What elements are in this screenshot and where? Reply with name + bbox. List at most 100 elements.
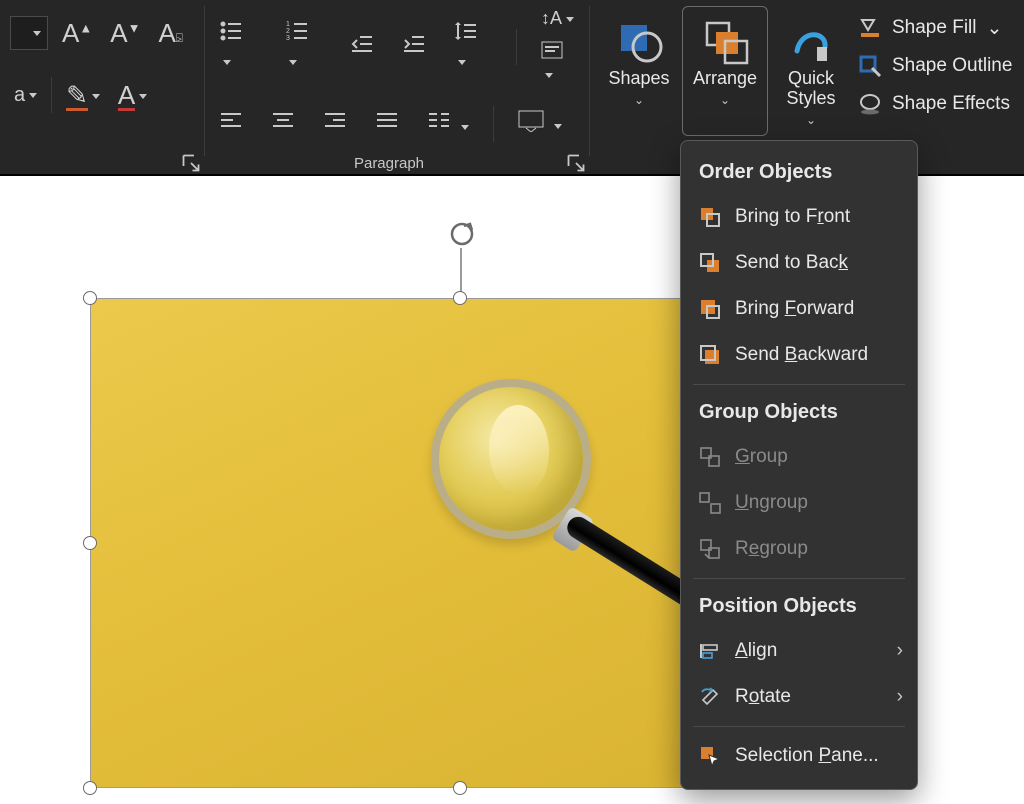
resize-handle-bottom-middle[interactable] xyxy=(453,781,467,795)
ungroup-item: Ungroup xyxy=(681,480,917,526)
chevron-down-icon: ⌄ xyxy=(634,93,644,107)
increase-font-icon[interactable]: A▲ xyxy=(58,12,96,55)
increase-indent-icon[interactable] xyxy=(398,26,430,68)
convert-smartart-icon[interactable] xyxy=(514,104,566,144)
send-to-back-icon xyxy=(699,252,721,274)
svg-text:1: 1 xyxy=(286,21,290,28)
shape-outline-button[interactable]: Shape Outline ⌄ xyxy=(858,54,1024,78)
decrease-font-icon[interactable]: A▼ xyxy=(106,12,144,55)
chevron-down-icon: ⌄ xyxy=(1020,93,1024,116)
shape-fill-button[interactable]: Shape Fill ⌄ xyxy=(858,16,1024,40)
align-icon xyxy=(699,640,721,662)
highlight-color-icon[interactable]: ✎ xyxy=(62,74,104,117)
character-spacing-icon[interactable]: a xyxy=(10,78,41,113)
shapes-label: Shapes xyxy=(608,69,669,89)
selection-pane-icon xyxy=(699,745,721,767)
shape-effects-icon xyxy=(858,92,882,116)
send-backward-label: Send Backward xyxy=(735,344,868,366)
magnifying-glass-illustration xyxy=(431,379,591,539)
group-item: Group xyxy=(681,434,917,480)
bring-to-front-icon xyxy=(699,206,721,228)
send-to-back-item[interactable]: Send to Back xyxy=(681,240,917,286)
send-backward-icon xyxy=(699,344,721,366)
group-icon xyxy=(699,446,721,468)
resize-handle-top-left[interactable] xyxy=(83,291,97,305)
bullets-icon[interactable] xyxy=(215,13,261,81)
divider xyxy=(693,384,905,385)
bring-forward-item[interactable]: Bring Forward xyxy=(681,286,917,332)
chevron-right-icon: › xyxy=(897,640,903,662)
shapes-button[interactable]: Shapes ⌄ xyxy=(596,6,682,136)
align-right-icon[interactable] xyxy=(319,103,351,145)
ungroup-icon xyxy=(699,492,721,514)
font-color-icon[interactable]: A xyxy=(114,74,151,117)
font-group: A▲ A▼ A⍄ a ✎ A xyxy=(0,0,204,176)
ungroup-label: Ungroup xyxy=(735,492,808,514)
quick-styles-label: Quick Styles xyxy=(786,69,835,109)
rotate-item[interactable]: Rotate › xyxy=(681,674,917,720)
resize-handle-middle-left[interactable] xyxy=(83,536,97,550)
chevron-down-icon: ⌄ xyxy=(806,113,816,127)
divider xyxy=(516,29,517,65)
align-center-icon[interactable] xyxy=(267,103,299,145)
align-text-vertical-icon[interactable] xyxy=(537,39,579,87)
arrange-icon xyxy=(701,17,749,65)
quick-styles-button[interactable]: Quick Styles ⌄ xyxy=(768,6,854,136)
svg-text:2: 2 xyxy=(286,28,290,35)
font-size-combo[interactable] xyxy=(10,16,48,50)
bring-forward-icon xyxy=(699,298,721,320)
divider xyxy=(51,77,52,113)
divider xyxy=(693,578,905,579)
shape-outline-label: Shape Outline xyxy=(892,55,1012,77)
clear-formatting-icon[interactable]: A⍄ xyxy=(154,12,187,55)
shape-effects-label: Shape Effects xyxy=(892,93,1010,115)
line-spacing-icon[interactable] xyxy=(450,13,496,81)
svg-text:3: 3 xyxy=(286,35,290,42)
chevron-right-icon: › xyxy=(897,686,903,708)
shapes-icon xyxy=(615,17,663,65)
justify-icon[interactable] xyxy=(371,103,403,145)
shape-effects-button[interactable]: Shape Effects ⌄ xyxy=(858,92,1024,116)
shape-options: Shape Fill ⌄ Shape Outline ⌄ Shape Effec… xyxy=(854,6,1024,152)
shape-outline-icon xyxy=(858,54,882,78)
bring-to-front-item[interactable]: Bring to Front xyxy=(681,194,917,240)
paragraph-dialog-launcher-icon[interactable] xyxy=(567,154,585,172)
order-objects-title: Order Objects xyxy=(681,151,917,194)
align-item[interactable]: Align › xyxy=(681,628,917,674)
paragraph-group-label: Paragraph xyxy=(205,155,573,172)
columns-icon[interactable] xyxy=(423,103,473,145)
regroup-icon xyxy=(699,538,721,560)
position-objects-title: Position Objects xyxy=(681,585,917,628)
rotate-handle-icon[interactable] xyxy=(448,220,476,248)
selection-pane-label: Selection Pane... xyxy=(735,745,879,767)
divider xyxy=(493,106,494,142)
bring-forward-label: Bring Forward xyxy=(735,298,854,320)
shape-fill-label: Shape Fill xyxy=(892,17,977,39)
decrease-indent-icon[interactable] xyxy=(346,26,378,68)
shape-fill-icon xyxy=(858,16,882,40)
divider xyxy=(693,726,905,727)
group-label: Group xyxy=(735,446,788,468)
resize-handle-top-middle[interactable] xyxy=(453,291,467,305)
send-backward-item[interactable]: Send Backward xyxy=(681,332,917,378)
text-direction-icon[interactable]: ↕A xyxy=(537,6,579,31)
regroup-item: Regroup xyxy=(681,526,917,572)
numbering-icon[interactable]: 123 xyxy=(281,13,327,81)
rotate-label: Rotate xyxy=(735,686,791,708)
send-to-back-label: Send to Back xyxy=(735,252,848,274)
align-left-icon[interactable] xyxy=(215,103,247,145)
chevron-down-icon: ⌄ xyxy=(720,93,730,107)
bring-to-front-label: Bring to Front xyxy=(735,206,850,228)
paragraph-group: 123 ↕A xyxy=(205,0,589,176)
regroup-label: Regroup xyxy=(735,538,808,560)
group-objects-title: Group Objects xyxy=(681,391,917,434)
chevron-down-icon: ⌄ xyxy=(987,17,1003,40)
resize-handle-bottom-left[interactable] xyxy=(83,781,97,795)
rotate-icon xyxy=(699,686,721,708)
align-label: Align xyxy=(735,640,777,662)
selection-pane-item[interactable]: Selection Pane... xyxy=(681,733,917,779)
arrange-dropdown-menu: Order Objects Bring to Front Send to Bac… xyxy=(680,140,918,790)
font-dialog-launcher-icon[interactable] xyxy=(182,154,200,172)
quick-styles-icon xyxy=(787,17,835,65)
arrange-button[interactable]: Arrange ⌄ xyxy=(682,6,768,136)
